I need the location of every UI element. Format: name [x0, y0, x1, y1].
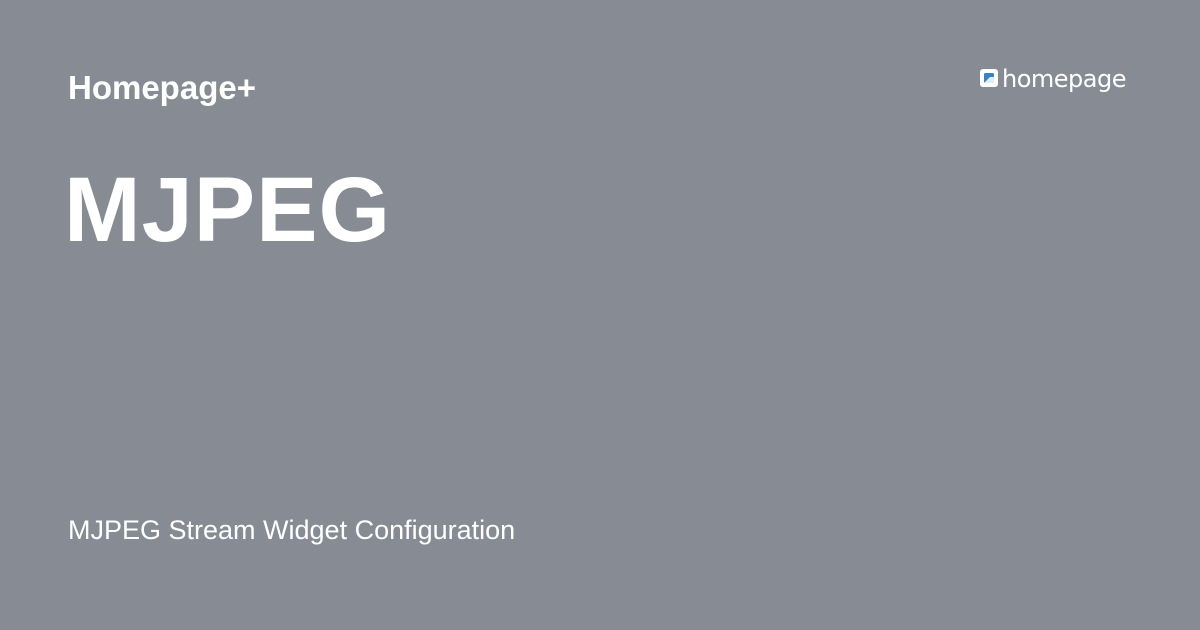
page-title: MJPEG	[64, 159, 392, 261]
homepage-logo-icon	[980, 69, 998, 87]
homepage-logo: homepage	[980, 64, 1126, 94]
social-card: Homepage+ homepage MJPEG MJPEG Stream Wi…	[0, 0, 1200, 630]
page-description: MJPEG Stream Widget Configuration	[68, 515, 516, 545]
site-name: Homepage+	[68, 69, 256, 106]
homepage-logo-text: homepage	[1002, 65, 1126, 93]
